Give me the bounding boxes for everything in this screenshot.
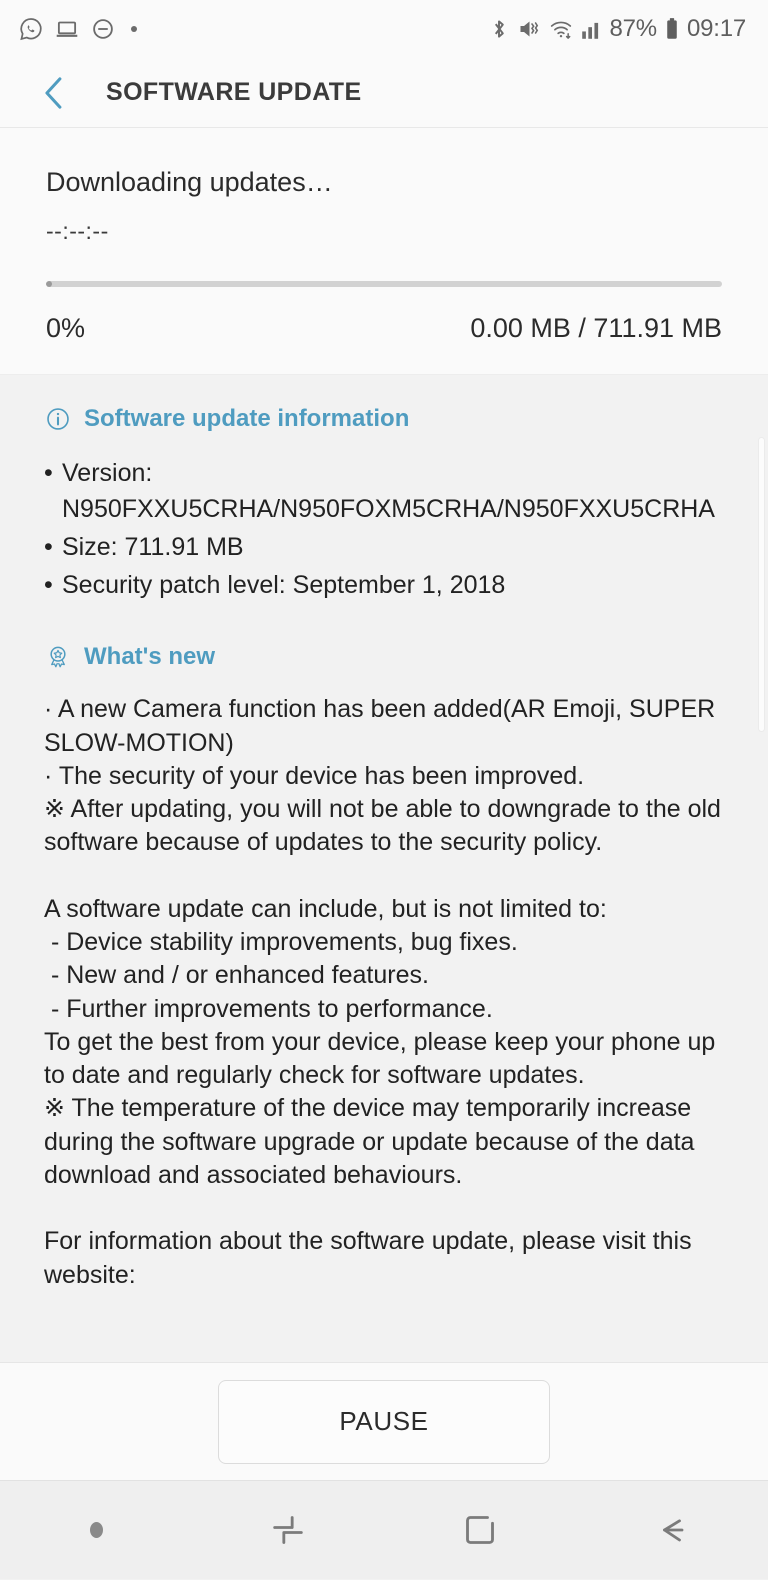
back-chevron-icon[interactable] — [32, 71, 76, 115]
list-item: Security patch level: September 1, 2018 — [44, 567, 724, 603]
software-update-information-label: Software update information — [84, 405, 410, 433]
home-icon[interactable] — [420, 1481, 540, 1580]
content-scrollbar[interactable] — [758, 437, 765, 733]
update-details-scroll-area[interactable]: Software update information Version: N95… — [0, 375, 768, 1362]
award-badge-icon — [44, 643, 72, 671]
download-status-label: Downloading updates… — [46, 167, 333, 197]
action-button-bar: PAUSE — [0, 1362, 768, 1480]
more-notifications-dot — [131, 26, 137, 32]
status-bar-left-icons — [18, 16, 137, 42]
laptop-icon — [54, 16, 80, 42]
update-info-list: Version: N950FXXU5CRHA/N950FOXM5CRHA/N95… — [44, 455, 724, 603]
cellular-signal-icon — [581, 18, 603, 40]
status-bar-right-icons: 87% 09:17 — [488, 15, 746, 42]
phone-screen: 87% 09:17 SOFTWARE UPDATE Downloading up… — [0, 0, 768, 1579]
download-progress-fill — [46, 281, 52, 288]
mute-vibrate-icon — [517, 16, 541, 42]
recents-icon[interactable] — [228, 1481, 348, 1580]
wifi-icon — [548, 16, 574, 42]
download-progress-bar — [46, 281, 722, 288]
download-size-label: 0.00 MB / 711.91 MB — [470, 313, 722, 344]
time-remaining-label: --:--:-- — [46, 218, 109, 245]
status-bar: 87% 09:17 — [0, 0, 768, 58]
whats-new-body-text: · A new Camera function has been added(A… — [44, 695, 721, 1289]
info-circle-icon — [44, 405, 72, 433]
do-not-disturb-icon — [90, 16, 116, 42]
pause-button[interactable]: PAUSE — [218, 1379, 550, 1464]
whatsapp-icon — [18, 16, 44, 42]
download-percent-label: 0% — [46, 313, 86, 344]
download-stats-row: 0% 0.00 MB / 711.91 MB — [46, 313, 722, 344]
battery-icon — [664, 16, 680, 42]
list-item: Version: N950FXXU5CRHA/N950FOXM5CRHA/N95… — [44, 455, 724, 527]
notification-dot-icon — [89, 1522, 103, 1538]
whats-new-heading: What's new — [44, 643, 724, 671]
clock-label: 09:17 — [686, 15, 746, 42]
app-bar: SOFTWARE UPDATE — [0, 58, 768, 128]
back-icon[interactable] — [612, 1481, 732, 1580]
download-progress-section: Downloading updates… --:--:-- 0% 0.00 MB… — [0, 128, 768, 376]
software-update-information-heading: Software update information — [44, 405, 724, 433]
whats-new-label: What's new — [84, 643, 216, 671]
list-item: Size: 711.91 MB — [44, 529, 724, 565]
battery-percent-label: 87% — [609, 15, 658, 42]
android-navigation-bar — [0, 1480, 768, 1579]
nav-dot-indicator[interactable] — [36, 1481, 156, 1580]
page-title: SOFTWARE UPDATE — [106, 78, 362, 106]
bluetooth-icon — [488, 16, 510, 42]
